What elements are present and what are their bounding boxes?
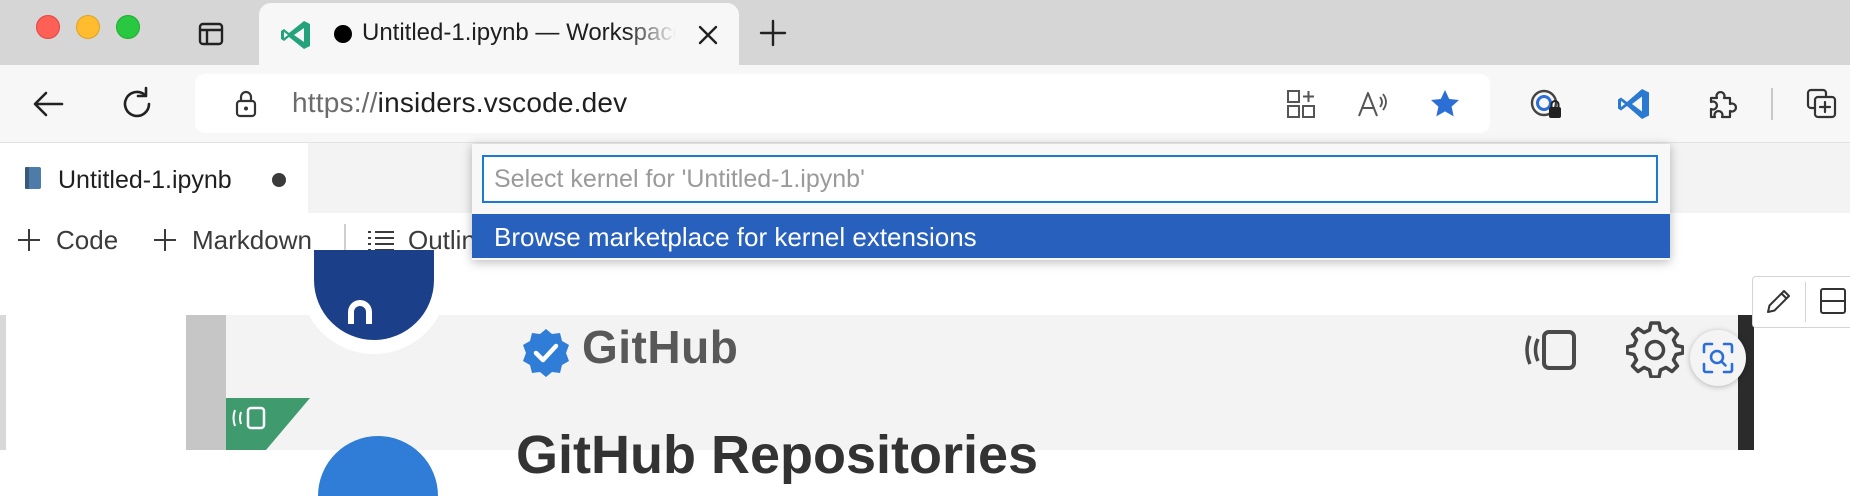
cell-focus-indicator: [0, 315, 6, 450]
kernel-search-input[interactable]: [482, 155, 1658, 203]
back-arrow-icon[interactable]: [30, 85, 68, 123]
app-available-icon[interactable]: [1284, 87, 1318, 121]
plus-icon[interactable]: [16, 227, 42, 253]
org-name: GitHub: [582, 321, 739, 373]
favorite-star-icon[interactable]: [1428, 87, 1462, 121]
browse-marketplace-option[interactable]: Browse marketplace for kernel extensions: [494, 222, 977, 253]
new-tab-icon[interactable]: [756, 16, 790, 50]
vscode-extension-icon[interactable]: [1616, 86, 1652, 122]
window-zoom-button[interactable]: [116, 15, 140, 39]
extensions-puzzle-icon[interactable]: [1704, 86, 1740, 122]
repo-badge-icon: [226, 398, 310, 450]
editor-tab-label: Untitled-1.ipynb: [58, 166, 232, 194]
vscode-insiders-icon: [281, 21, 310, 49]
org-avatar-glyph: [348, 300, 372, 324]
output-right-border: [1738, 315, 1754, 450]
output-left-border: [186, 315, 226, 450]
unsaved-indicator: [334, 25, 352, 43]
vertical-tabs-icon[interactable]: [197, 20, 225, 48]
dirty-indicator-icon[interactable]: [272, 173, 286, 187]
browser-tab-title: Untitled-1.ipynb — Workspace: [362, 19, 676, 46]
close-icon[interactable]: [694, 21, 722, 49]
verified-badge-icon: [523, 329, 569, 377]
reload-icon[interactable]: [118, 85, 156, 123]
notebook-file-icon: [25, 167, 41, 189]
collections-icon[interactable]: [1804, 86, 1840, 122]
cast-screen-icon[interactable]: [1520, 328, 1578, 372]
cell-toolbar-divider: [1805, 282, 1806, 322]
url-text[interactable]: https://insiders.vscode.dev: [292, 87, 627, 119]
edit-pencil-icon[interactable]: [1764, 286, 1794, 316]
tracking-prevention-icon[interactable]: [1528, 86, 1564, 122]
lock-icon[interactable]: [232, 89, 260, 119]
window-close-button[interactable]: [36, 15, 60, 39]
read-aloud-icon[interactable]: [1356, 87, 1390, 121]
split-cell-icon[interactable]: [1818, 286, 1848, 316]
window-minimize-button[interactable]: [76, 15, 100, 39]
settings-gear-icon[interactable]: [1626, 320, 1684, 378]
visual-search-icon[interactable]: [1701, 341, 1735, 375]
toolbar-divider: [1771, 88, 1773, 120]
plus-icon[interactable]: [152, 227, 178, 253]
add-markdown-cell-button[interactable]: Markdown: [192, 225, 312, 256]
add-code-cell-button[interactable]: Code: [56, 225, 118, 256]
repo-heading: GitHub Repositories: [516, 425, 1039, 485]
